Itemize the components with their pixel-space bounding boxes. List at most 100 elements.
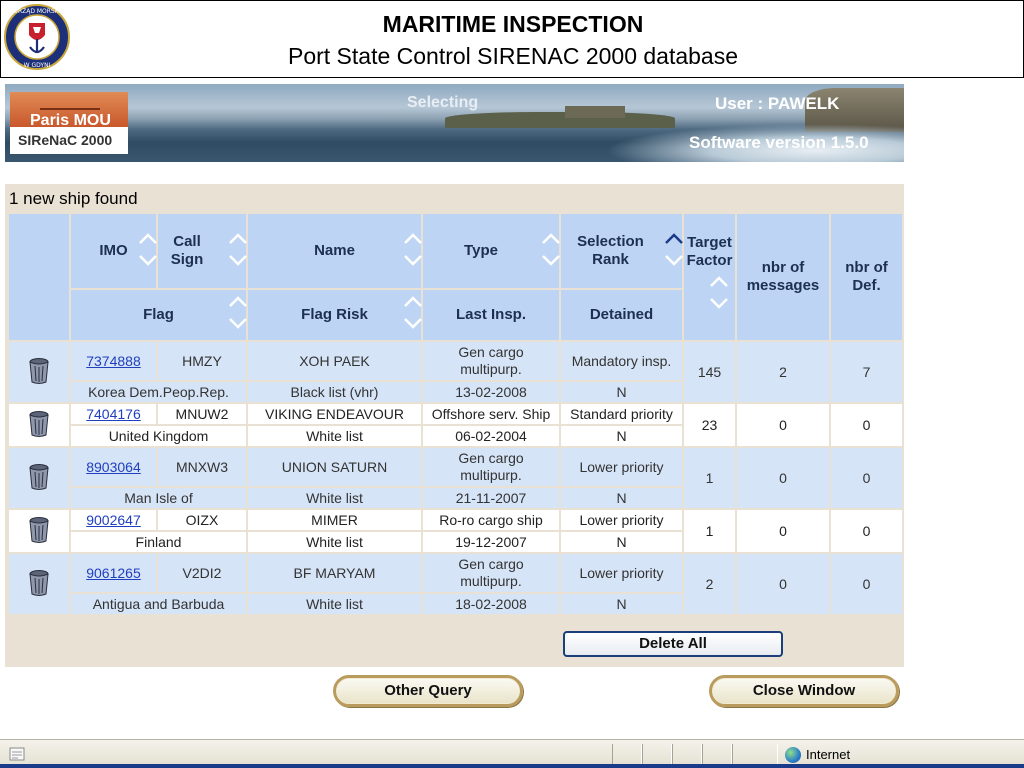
header-nbr-messages: nbr of messages — [735, 212, 831, 342]
cell-imo[interactable]: 9061265 — [69, 552, 158, 594]
slide-header: URZĄD MORSKI W GDYNI MARITIME INSPECTION… — [0, 0, 1024, 78]
cell-target-factor: 2 — [682, 552, 737, 616]
imo-link[interactable]: 7374888 — [86, 353, 141, 369]
results-panel: 1 new ship found IMO Call Sign Name Type… — [5, 184, 904, 667]
cell-nbr-def: 0 — [829, 402, 904, 448]
cell-type: Ro-ro cargo ship — [421, 508, 561, 532]
cell-last-insp: 21-11-2007 — [421, 486, 561, 510]
imo-link[interactable]: 8903064 — [86, 459, 141, 475]
cell-nbr-def: 7 — [829, 340, 904, 404]
delete-ship-button[interactable] — [7, 508, 71, 554]
sort-name-icon[interactable] — [395, 233, 422, 271]
delete-ship-button[interactable] — [7, 552, 71, 616]
cell-flag-risk: White list — [246, 486, 423, 510]
cell-flag: Man Isle of — [69, 486, 248, 510]
sort-type-icon[interactable] — [533, 233, 560, 271]
imo-link[interactable]: 9002647 — [86, 512, 141, 528]
ship-icon — [40, 96, 100, 110]
sort-flag-icon[interactable] — [220, 296, 247, 334]
cell-flag-risk: White list — [246, 530, 423, 554]
header-imo[interactable]: IMO — [69, 212, 158, 290]
cell-target-factor: 1 — [682, 446, 737, 510]
cell-detained: N — [559, 592, 684, 616]
cell-nbr-def: 0 — [829, 446, 904, 510]
trash-icon — [29, 410, 49, 437]
paris-mou-logo: Paris MOU SIReNaC 2000 — [10, 92, 128, 154]
sort-flag-risk-icon[interactable] — [395, 296, 422, 334]
taskbar-edge — [0, 764, 1024, 768]
delete-ship-button[interactable] — [7, 402, 71, 448]
sort-call-sign-icon[interactable] — [220, 233, 247, 271]
cell-detained: N — [559, 424, 684, 448]
cell-imo[interactable]: 9002647 — [69, 508, 158, 532]
cell-call-sign: OIZX — [156, 508, 248, 532]
delete-ship-button[interactable] — [7, 340, 71, 404]
cell-nbr-def: 0 — [829, 552, 904, 616]
cell-target-factor: 145 — [682, 340, 737, 404]
cell-selection-rank: Lower priority — [559, 508, 684, 532]
cell-name: BF MARYAM — [246, 552, 423, 594]
close-window-button[interactable]: Close Window — [709, 675, 899, 707]
logo-name: Paris MOU — [30, 112, 111, 129]
header-name[interactable]: Name — [246, 212, 423, 290]
cell-imo[interactable]: 8903064 — [69, 446, 158, 488]
header-target-factor[interactable]: Target Factor — [682, 212, 737, 342]
cell-flag: Finland — [69, 530, 248, 554]
cell-nbr-messages: 0 — [735, 402, 831, 448]
header-call-sign[interactable]: Call Sign — [156, 212, 248, 290]
cell-imo[interactable]: 7374888 — [69, 340, 158, 382]
header-selection-rank[interactable]: Selection Rank — [559, 212, 684, 290]
header-type[interactable]: Type — [421, 212, 561, 290]
imo-link[interactable]: 9061265 — [86, 565, 141, 581]
cell-selection-rank: Lower priority — [559, 552, 684, 594]
cell-nbr-def: 0 — [829, 508, 904, 554]
cell-type: Gen cargo multipurp. — [421, 446, 561, 488]
mode-label: Selecting — [407, 94, 479, 111]
cell-flag-risk: White list — [246, 424, 423, 448]
version-label: Software version 1.5.0 — [689, 133, 869, 152]
cell-flag-risk: Black list (vhr) — [246, 380, 423, 404]
cell-call-sign: V2DI2 — [156, 552, 248, 594]
logo-subtitle: SIReNaC 2000 — [18, 132, 113, 148]
slide-subtitle: Port State Control SIRENAC 2000 database — [287, 43, 739, 69]
cell-name: XOH PAEK — [246, 340, 423, 382]
cell-type: Offshore serv. Ship — [421, 402, 561, 426]
sort-target-factor-icon[interactable] — [701, 276, 728, 314]
results-count: 1 new ship found — [9, 189, 138, 208]
cell-call-sign: MNXW3 — [156, 446, 248, 488]
sort-selection-rank-icon[interactable] — [656, 233, 683, 271]
cell-name: UNION SATURN — [246, 446, 423, 488]
cell-last-insp: 19-12-2007 — [421, 530, 561, 554]
cell-nbr-messages: 0 — [735, 446, 831, 510]
trash-icon — [29, 463, 49, 490]
header-flag-risk[interactable]: Flag Risk — [246, 288, 423, 342]
cell-imo[interactable]: 7404176 — [69, 402, 158, 426]
imo-link[interactable]: 7404176 — [86, 406, 141, 422]
sort-imo-icon[interactable] — [130, 233, 157, 271]
ships-table: IMO Call Sign Name Type Selection Rank T… — [7, 212, 904, 616]
cell-type: Gen cargo multipurp. — [421, 552, 561, 594]
cell-flag: Antigua and Barbuda — [69, 592, 248, 616]
cell-nbr-messages: 2 — [735, 340, 831, 404]
other-query-button[interactable]: Other Query — [333, 675, 523, 707]
cell-name: VIKING ENDEAVOUR — [246, 402, 423, 426]
cell-call-sign: MNUW2 — [156, 402, 248, 426]
cell-detained: N — [559, 380, 684, 404]
cell-detained: N — [559, 530, 684, 554]
cell-detained: N — [559, 486, 684, 510]
cell-call-sign: HMZY — [156, 340, 248, 382]
cell-last-insp: 13-02-2008 — [421, 380, 561, 404]
trash-icon — [29, 357, 49, 384]
delete-all-button[interactable]: Delete All — [563, 631, 783, 657]
slide-title: MARITIME INSPECTION — [382, 11, 644, 37]
cell-selection-rank: Standard priority — [559, 402, 684, 426]
cell-target-factor: 23 — [682, 402, 737, 448]
trash-icon — [29, 516, 49, 543]
cell-selection-rank: Mandatory insp. — [559, 340, 684, 382]
delete-ship-button[interactable] — [7, 446, 71, 510]
cell-nbr-messages: 0 — [735, 508, 831, 554]
header-detained: Detained — [559, 288, 684, 342]
cell-flag: United Kingdom — [69, 424, 248, 448]
header-flag[interactable]: Flag — [69, 288, 248, 342]
security-zone-label: Internet — [806, 747, 851, 762]
